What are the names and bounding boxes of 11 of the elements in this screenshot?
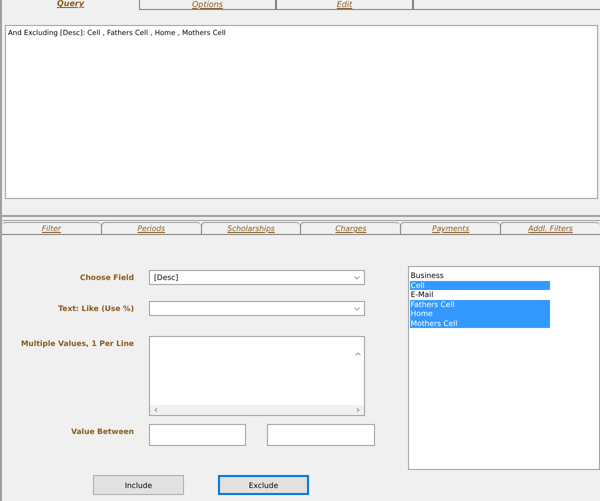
value-from-field[interactable] [149, 424, 246, 446]
chevron-down-icon[interactable] [354, 276, 360, 280]
text-like-dropdown[interactable] [149, 301, 365, 316]
tab[interactable]: Edit [276, 0, 413, 10]
scroll-left-icon[interactable] [153, 408, 159, 412]
value-to-field[interactable] [267, 424, 375, 446]
scroll-right-icon[interactable] [355, 408, 361, 412]
multiple-values-field[interactable] [149, 336, 365, 416]
chevron-down-icon[interactable] [354, 306, 360, 310]
tab[interactable]: Options [139, 0, 276, 10]
scroll-up-icon[interactable] [355, 352, 361, 356]
